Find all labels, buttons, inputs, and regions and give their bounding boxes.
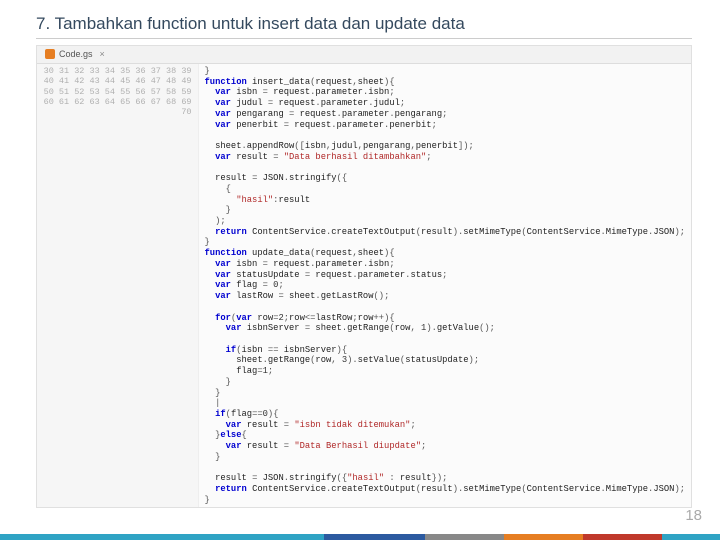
- page-number: 18: [685, 507, 702, 524]
- close-icon[interactable]: ×: [100, 49, 105, 60]
- code-editor: Code.gs × 30 31 32 33 34 35 36 37 38 39 …: [36, 45, 692, 508]
- slide-heading: 7. Tambahkan function untuk insert data …: [36, 14, 692, 39]
- tab-filename[interactable]: Code.gs: [59, 49, 93, 60]
- code-area[interactable]: } function insert_data(request,sheet){ v…: [199, 64, 691, 507]
- apps-script-icon: [45, 49, 55, 59]
- footer-stripe: [0, 534, 720, 540]
- line-number-gutter: 30 31 32 33 34 35 36 37 38 39 40 41 42 4…: [37, 64, 199, 507]
- editor-tab-bar: Code.gs ×: [37, 46, 691, 64]
